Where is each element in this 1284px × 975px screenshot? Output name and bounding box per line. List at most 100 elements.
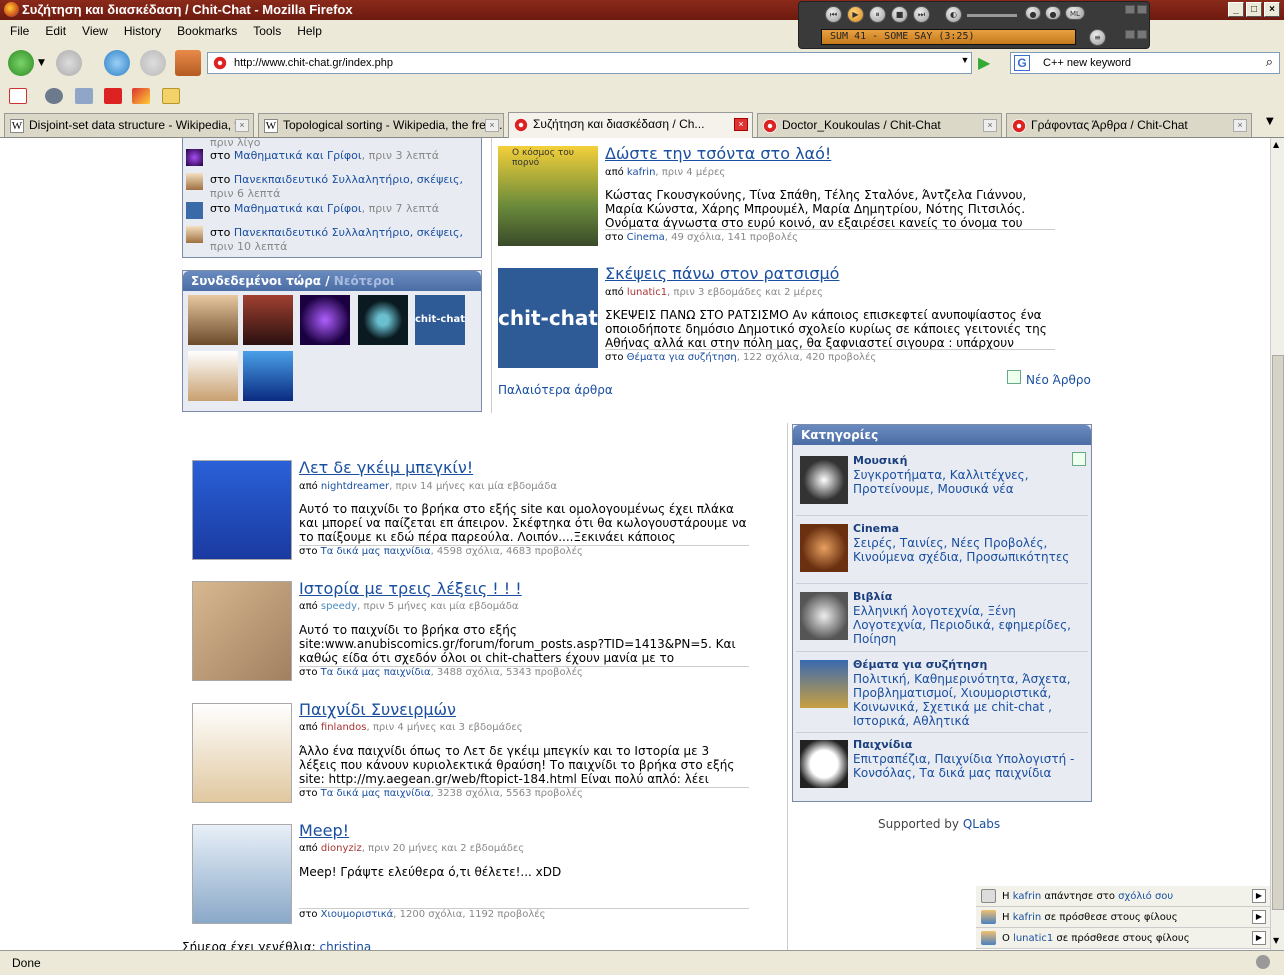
search-bar[interactable]: G C++ new keyword ⌕ — [1010, 52, 1280, 74]
volume-icon[interactable]: ◐ — [945, 6, 962, 23]
category-title[interactable]: Παιχνίδια — [853, 738, 912, 751]
player-close2-icon[interactable] — [1137, 30, 1147, 39]
forward-icon[interactable] — [56, 50, 82, 76]
qlabs-link[interactable]: QLabs — [963, 817, 1000, 831]
youtube-icon[interactable] — [104, 88, 122, 104]
avatar[interactable] — [186, 226, 203, 243]
article-thumbnail[interactable] — [192, 703, 292, 803]
scrollbar-thumb[interactable] — [1272, 355, 1284, 910]
next-icon[interactable]: ⏭ — [913, 6, 930, 23]
tab-chitchat-home[interactable]: Συζήτηση και διασκέδαση / Ch... × — [508, 112, 753, 138]
player-shade-icon[interactable] — [1125, 30, 1135, 39]
activity-link[interactable]: Πανεκπαιδευτικό Συλλαλητήριο, σκέψεις, — [234, 226, 463, 239]
activity-link[interactable]: Πανεκπαιδευτικό Συλλαλητήριο, σκέψεις, — [234, 173, 463, 186]
home-icon[interactable] — [175, 50, 201, 76]
tab-doctor[interactable]: Doctor_Koukoulas / Chit-Chat × — [757, 113, 1002, 137]
article-title[interactable]: Meep! — [299, 821, 349, 840]
google-icon[interactable]: G — [1014, 55, 1030, 71]
tab-close-icon[interactable]: × — [1233, 119, 1247, 132]
back-icon[interactable] — [8, 50, 34, 76]
tab-close-icon[interactable]: × — [235, 119, 249, 132]
new-article-link[interactable]: Νέο Άρθρο — [1026, 373, 1091, 387]
ml-icon[interactable]: ML — [1065, 6, 1085, 20]
article-title[interactable]: Δώστε την τσόντα στο λαό! — [605, 144, 831, 163]
tab-topological[interactable]: W Topological sorting - Wikipedia, the fr… — [258, 113, 504, 137]
author-link[interactable]: dionyziz — [321, 843, 362, 854]
avatar[interactable]: chit-chat — [415, 295, 465, 345]
notification-link[interactable]: σχόλιό σου — [1118, 891, 1173, 902]
player-close-icon[interactable] — [1137, 5, 1147, 14]
category-links[interactable]: Πολιτική, Καθημερινότητα, Άσχετα, Προβλη… — [853, 672, 1081, 728]
notification-user-link[interactable]: kafrin — [1013, 891, 1042, 902]
tab-list-icon[interactable]: ▼ — [1266, 116, 1274, 127]
category-title[interactable]: Cinema — [853, 522, 899, 535]
go-icon[interactable]: ▶ — [978, 54, 996, 72]
article-thumbnail[interactable] — [192, 460, 292, 560]
newest-link[interactable]: Νεότεροι — [334, 274, 395, 288]
category-title[interactable]: Βιβλία — [853, 590, 892, 603]
url-dropdown-icon[interactable]: ▼ — [957, 55, 973, 71]
author-link[interactable]: finlandos — [321, 722, 367, 733]
article-title[interactable]: Σκέψεις πάνω στον ρατσισμό — [605, 264, 839, 283]
tab-disjoint-set[interactable]: W Disjoint-set data structure - Wikipedia… — [4, 113, 254, 137]
category-links[interactable]: Συγκροτήματα, Καλλιτέχνες, Προτείνουμε, … — [853, 468, 1081, 496]
category-link[interactable]: Cinema — [627, 232, 665, 243]
bookmark-icon[interactable] — [45, 88, 63, 104]
bookmark-flag-icon[interactable] — [132, 88, 150, 104]
stop-icon[interactable]: ■ — [891, 6, 908, 23]
notification-item[interactable]: Ο lunatic1 σε πρόσθεσε στους φίλους ▶ — [976, 928, 1270, 949]
avatar[interactable] — [186, 173, 203, 190]
tab-articles[interactable]: Γράφοντας Άρθρα / Chit-Chat × — [1006, 113, 1252, 137]
eq-icon[interactable]: ● — [1025, 6, 1041, 20]
category-title[interactable]: Μουσική — [853, 454, 907, 467]
new-article-icon[interactable] — [1007, 370, 1021, 384]
category-title[interactable]: Θέματα για συζήτηση — [853, 658, 987, 671]
article-thumbnail[interactable] — [192, 581, 292, 681]
avatar[interactable] — [243, 295, 293, 345]
pl-icon[interactable]: ● — [1045, 6, 1061, 20]
article-title[interactable]: Λετ δε γκέιμ μπεγκίν! — [299, 458, 473, 477]
search-icon[interactable]: ⌕ — [1266, 54, 1273, 70]
gmail-icon[interactable] — [9, 88, 27, 104]
avatar[interactable] — [300, 295, 350, 345]
menu-tools[interactable]: Tools — [243, 21, 287, 38]
category-thumbnail[interactable] — [800, 660, 848, 708]
maximize-button[interactable]: □ — [1246, 2, 1262, 17]
reload-icon[interactable] — [104, 50, 130, 76]
category-thumbnail[interactable] — [800, 456, 848, 504]
category-link[interactable]: Χιουμοριστικά — [321, 909, 394, 920]
author-link[interactable]: speedy — [321, 601, 357, 612]
category-links[interactable]: Επιτραπέζια, Παιχνίδια Υπολογιστή - Κονσ… — [853, 752, 1081, 780]
tab-close-icon[interactable]: × — [983, 119, 997, 132]
category-thumbnail[interactable] — [800, 740, 848, 788]
category-thumbnail[interactable] — [800, 524, 848, 572]
category-link[interactable]: Τα δικά μας παιχνίδια — [321, 546, 431, 557]
notification-user-link[interactable]: lunatic1 — [1013, 933, 1053, 944]
menu-bookmarks[interactable]: Bookmarks — [167, 21, 243, 38]
vertical-scrollbar[interactable]: ▲ ▼ — [1270, 138, 1284, 950]
volume-slider[interactable] — [967, 14, 1017, 17]
notification-item[interactable]: Η kafrin απάντησε στο σχόλιό σου ▶ — [976, 886, 1270, 907]
menu-help[interactable]: Help — [287, 21, 328, 38]
avatar[interactable] — [188, 351, 238, 401]
menu-icon[interactable]: ≡ — [1089, 29, 1106, 46]
scroll-up-icon[interactable]: ▲ — [1273, 140, 1279, 149]
arrow-right-icon[interactable]: ▶ — [1252, 889, 1266, 903]
article-title[interactable]: Παιχνίδι Συνειρμών — [299, 700, 456, 719]
tab-close-icon[interactable]: × — [485, 119, 499, 132]
avatar[interactable] — [243, 351, 293, 401]
author-link[interactable]: kafrin — [627, 167, 656, 178]
player-minimize-icon[interactable] — [1125, 5, 1135, 14]
scroll-down-icon[interactable]: ▼ — [1273, 936, 1279, 945]
author-link[interactable]: nightdreamer — [321, 481, 389, 492]
author-link[interactable]: lunatic1 — [627, 287, 667, 298]
category-thumbnail[interactable] — [800, 592, 848, 640]
article-thumbnail[interactable] — [192, 824, 292, 924]
menu-view[interactable]: View — [72, 21, 114, 38]
avatar[interactable] — [186, 149, 203, 166]
status-icon[interactable] — [1256, 955, 1270, 969]
close-button[interactable]: × — [1264, 2, 1280, 17]
bookmark-cc-icon[interactable] — [75, 88, 93, 104]
minimize-button[interactable]: _ — [1228, 2, 1244, 17]
category-links[interactable]: Ελληνική λογοτεχνία, Ξένη Λογοτεχνία, Πε… — [853, 604, 1081, 646]
